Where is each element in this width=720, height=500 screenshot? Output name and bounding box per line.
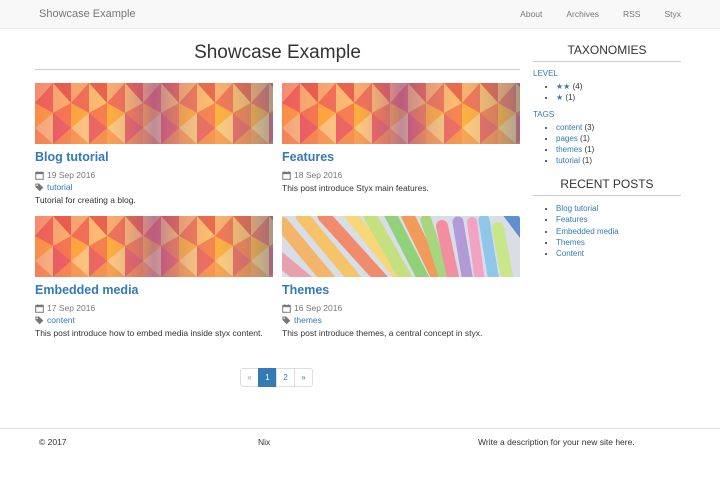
nav-about[interactable]: About [520, 9, 542, 19]
sidebar-taxonomies: TAXONOMIES LEVEL ★★ (4) ★ (1) TAGS conte… [533, 43, 681, 167]
post-title-link[interactable]: Embedded media [35, 283, 273, 297]
post-card: Themes 16 Sep 2016 themes This post intr… [282, 216, 520, 338]
recent-post-item: Content [556, 248, 681, 259]
level-count: (1) [565, 93, 576, 103]
post-description: This post introduce Styx main features. [282, 183, 429, 193]
post-description: This post introduce themes, a central co… [282, 328, 483, 338]
nav-archives[interactable]: Archives [566, 9, 599, 19]
pagination-page-1[interactable]: 1 [258, 368, 277, 387]
footer-divider [0, 428, 720, 429]
sidebar-recent-posts: RECENT POSTS Blog tutorial Features Embe… [533, 177, 681, 259]
recent-post-link[interactable]: Blog tutorial [556, 204, 598, 213]
tag-list: content (3) pages (1) themes (1) tutoria… [533, 122, 681, 167]
recent-post-item: Themes [556, 237, 681, 248]
level-count: (4) [572, 82, 583, 91]
post-date: 18 Sep 2016 [282, 170, 520, 180]
recent-post-link[interactable]: Content [556, 249, 584, 258]
post-tags: themes [282, 315, 520, 325]
post-tag-link[interactable]: themes [294, 315, 322, 325]
tag-link[interactable]: tutorial [556, 156, 580, 165]
recent-post-link[interactable]: Features [556, 215, 588, 224]
post-tag-link[interactable]: tutorial [47, 182, 73, 192]
footer-nix-link[interactable]: Nix [258, 437, 270, 447]
level-link[interactable]: ★ [556, 93, 563, 102]
recent-post-link[interactable]: Embedded media [556, 227, 619, 236]
tag-item: pages (1) [556, 133, 681, 144]
tag-count: (3) [584, 122, 595, 132]
post-date: 19 Sep 2016 [35, 170, 273, 180]
calendar-icon [35, 303, 44, 313]
recent-post-item: Features [556, 214, 681, 225]
post-date: 17 Sep 2016 [35, 303, 273, 313]
level-link[interactable]: ★★ [556, 82, 570, 91]
tag-item: content (3) [556, 122, 681, 133]
site-brand[interactable]: Showcase Example [39, 8, 136, 20]
post-date-text: 19 Sep 2016 [47, 170, 96, 180]
tag-item: tutorial (1) [556, 155, 681, 166]
calendar-icon [282, 170, 291, 180]
tag-item: themes (1) [556, 144, 681, 155]
recent-post-item: Embedded media [556, 226, 681, 237]
post-card: Blog tutorial 19 Sep 2016 tutorial Tutor… [35, 83, 273, 205]
post-tag-link[interactable]: content [47, 315, 75, 325]
level-item: ★★ (4) [556, 81, 681, 92]
tags-icon [35, 315, 44, 324]
tags-label[interactable]: TAGS [533, 110, 681, 119]
post-date-text: 18 Sep 2016 [294, 170, 343, 180]
post-card: Features 18 Sep 2016 This post introduce… [282, 83, 520, 193]
tags-icon [35, 182, 44, 191]
tag-link[interactable]: themes [556, 145, 582, 154]
taxonomies-heading: TAXONOMIES [533, 43, 681, 62]
post-thumbnail[interactable] [282, 83, 520, 144]
tags-icon [282, 315, 291, 324]
nav-links: About Archives RSS Styx [496, 9, 681, 19]
tag-count: (1) [582, 156, 593, 166]
recent-post-link[interactable]: Themes [556, 238, 585, 247]
calendar-icon [35, 170, 44, 180]
footer-description: Write a description for your new site he… [478, 437, 635, 447]
post-description: Tutorial for creating a blog. [35, 195, 136, 205]
title-divider [35, 69, 520, 70]
post-date: 16 Sep 2016 [282, 303, 520, 313]
navbar: Showcase Example About Archives RSS Styx [0, 0, 720, 29]
post-title-link[interactable]: Features [282, 150, 520, 164]
post-title-link[interactable]: Blog tutorial [35, 150, 273, 164]
post-date-text: 17 Sep 2016 [47, 303, 96, 313]
pagination: « 1 2 » [240, 368, 313, 387]
tag-count: (1) [580, 133, 590, 143]
page-title: Showcase Example [194, 42, 361, 63]
post-card: Embedded media 17 Sep 2016 content This … [35, 216, 273, 338]
recent-posts-heading: RECENT POSTS [533, 177, 681, 196]
footer-copyright: © 2017 [39, 437, 67, 447]
post-date-text: 16 Sep 2016 [294, 303, 343, 313]
level-list: ★★ (4) ★ (1) [533, 81, 681, 104]
post-tags: tutorial [35, 182, 273, 192]
tag-link[interactable]: content [556, 123, 582, 132]
level-item: ★ (1) [556, 92, 681, 103]
nav-styx[interactable]: Styx [664, 9, 681, 19]
pagination-next[interactable]: » [294, 368, 313, 387]
post-description: This post introduce how to embed media i… [35, 328, 263, 338]
recent-post-item: Blog tutorial [556, 203, 681, 214]
pagination-prev[interactable]: « [240, 368, 259, 387]
level-label[interactable]: LEVEL [533, 69, 681, 78]
tag-link[interactable]: pages [556, 134, 578, 143]
post-thumbnail-chalk[interactable] [282, 216, 520, 277]
nav-rss[interactable]: RSS [623, 9, 640, 19]
recent-posts-list: Blog tutorial Features Embedded media Th… [533, 203, 681, 259]
post-tags: content [35, 315, 273, 325]
post-title-link[interactable]: Themes [282, 283, 520, 297]
pagination-page-2[interactable]: 2 [276, 368, 295, 387]
calendar-icon [282, 303, 291, 313]
post-thumbnail[interactable] [35, 83, 273, 144]
post-thumbnail[interactable] [35, 216, 273, 277]
tag-count: (1) [584, 145, 595, 155]
